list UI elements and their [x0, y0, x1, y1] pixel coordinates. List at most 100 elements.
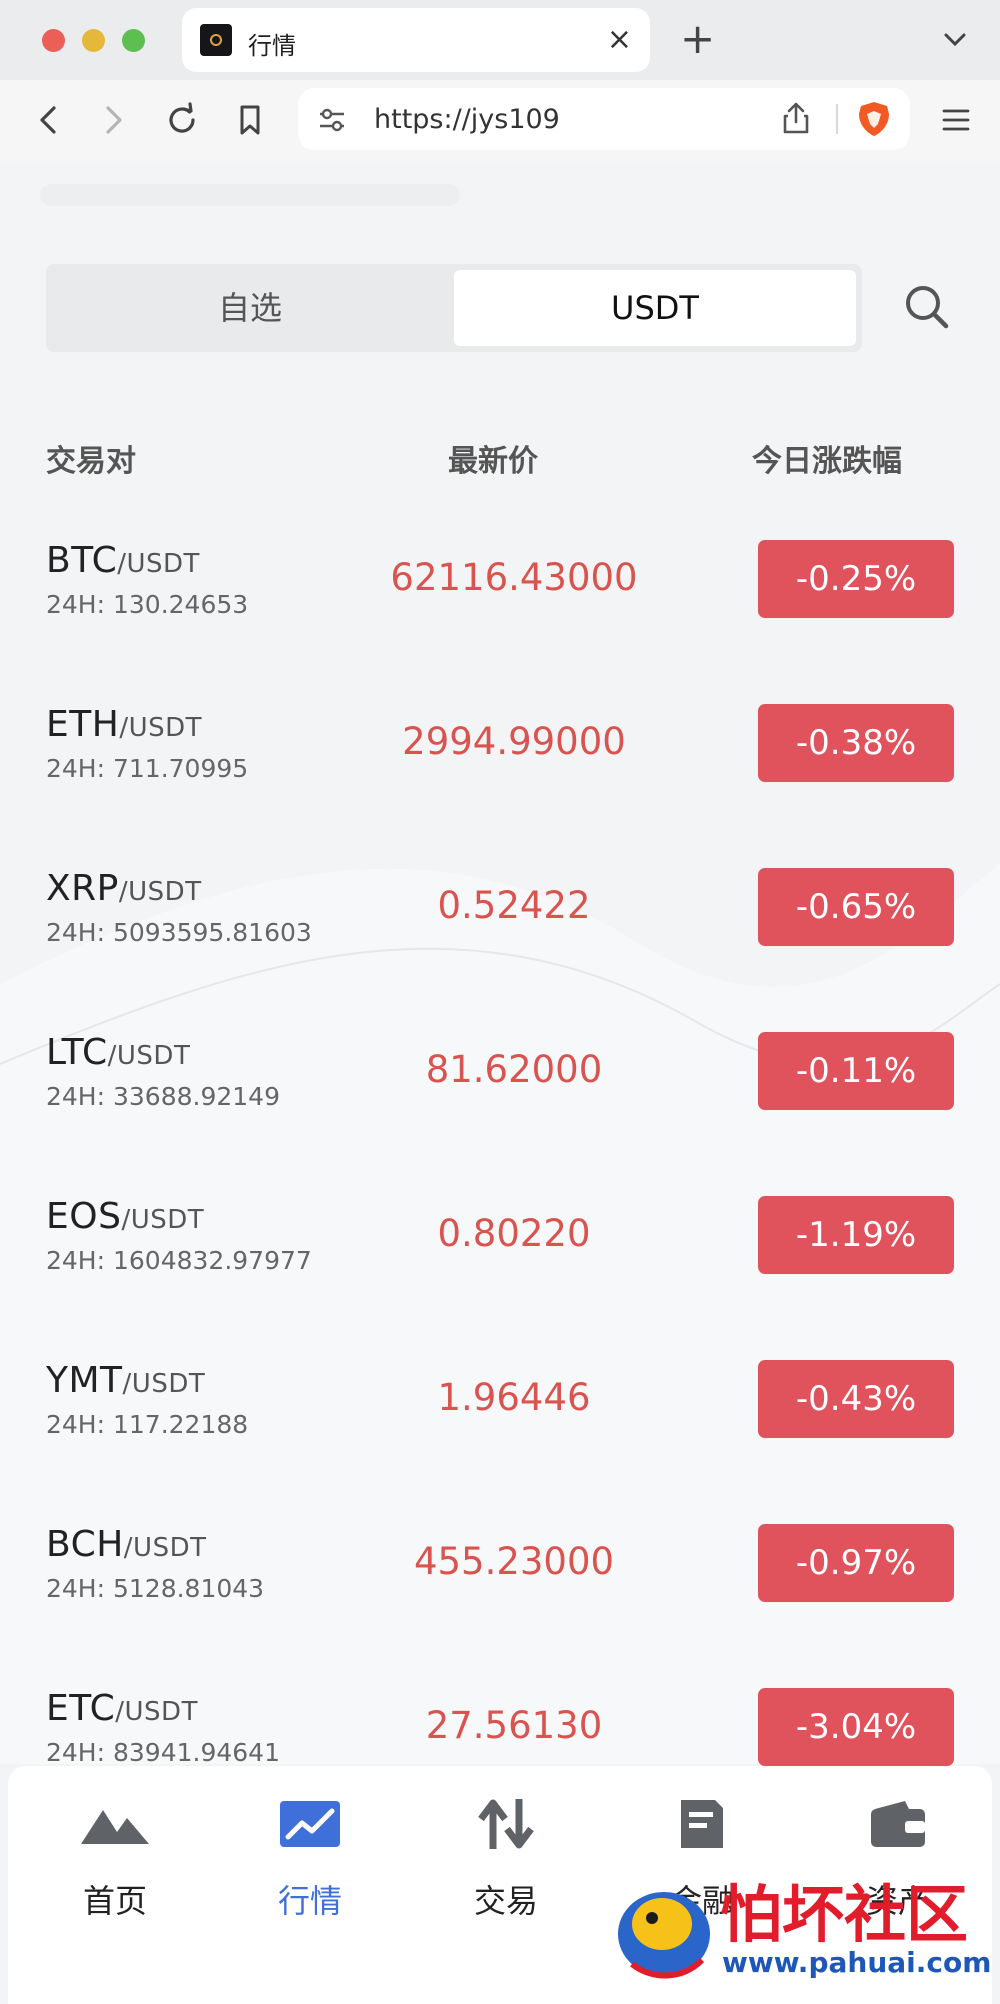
- url-separator: [836, 104, 838, 134]
- tab-usdt[interactable]: USDT: [454, 270, 856, 346]
- site-favicon-icon: [200, 24, 232, 56]
- market-segment-control: 自选 USDT: [46, 264, 862, 352]
- change-badge[interactable]: -0.11%: [758, 1032, 954, 1110]
- pair-symbol: ETH/USDT: [46, 704, 202, 745]
- back-icon[interactable]: [30, 100, 66, 140]
- tab-list-chevron-icon[interactable]: [940, 24, 970, 54]
- home-mountain-icon: [81, 1810, 149, 1844]
- address-bar[interactable]: https://jys109: [298, 88, 910, 150]
- column-header-price: 最新价: [448, 444, 538, 479]
- market-row[interactable]: LTC/USDT 24H: 33688.92149 81.62000 -0.11…: [0, 1016, 1000, 1180]
- forward-icon[interactable]: [96, 100, 132, 140]
- pair-base: BCH: [46, 1524, 124, 1565]
- pair-quote: /USDT: [121, 1205, 205, 1235]
- pair-volume: 24H: 117.22188: [46, 1410, 249, 1439]
- market-row[interactable]: XRP/USDT 24H: 5093595.81603 0.52422 -0.6…: [0, 852, 1000, 1016]
- watermark-url: www.pahuai.com: [722, 1946, 992, 1979]
- pair-base: XRP: [46, 868, 119, 909]
- pair-base: BTC: [46, 540, 118, 581]
- change-badge[interactable]: -0.97%: [758, 1524, 954, 1602]
- pair-quote: /USDT: [118, 877, 202, 907]
- pair-quote: /USDT: [119, 713, 203, 743]
- window-minimize-button[interactable]: [82, 29, 105, 52]
- pair-volume: 24H: 1604832.97977: [46, 1246, 312, 1275]
- menu-icon[interactable]: [940, 100, 972, 140]
- last-price: 0.52422: [437, 884, 591, 927]
- column-header-change: 今日涨跌幅: [752, 444, 902, 479]
- pair-base: YMT: [46, 1360, 123, 1401]
- pair-base: EOS: [46, 1196, 122, 1237]
- window-zoom-button[interactable]: [122, 29, 145, 52]
- nav-home-label: 首页: [82, 1882, 147, 1920]
- change-badge[interactable]: -0.25%: [758, 540, 954, 618]
- last-price: 1.96446: [437, 1376, 591, 1419]
- last-price: 62116.43000: [390, 556, 638, 599]
- header-placeholder: [40, 184, 460, 206]
- pair-quote: /USDT: [117, 549, 200, 579]
- tab-close-icon[interactable]: ×: [607, 22, 632, 58]
- nav-market-label: 行情: [277, 1882, 342, 1920]
- browser-tab-active[interactable]: 行情 ×: [182, 8, 650, 72]
- nav-market[interactable]: 行情: [230, 1792, 390, 1922]
- pair-quote: /USDT: [107, 1041, 191, 1071]
- brave-shield-icon[interactable]: [856, 100, 892, 138]
- nav-trade-label: 交易: [473, 1882, 538, 1920]
- last-price: 0.80220: [437, 1212, 591, 1255]
- pair-volume: 24H: 130.24653: [46, 590, 249, 619]
- change-badge[interactable]: -0.38%: [758, 704, 954, 782]
- tab-watchlist[interactable]: 自选: [46, 264, 454, 352]
- change-badge[interactable]: -0.43%: [758, 1360, 954, 1438]
- pair-volume: 24H: 5128.81043: [46, 1574, 265, 1603]
- pair-symbol: LTC/USDT: [46, 1032, 190, 1073]
- pair-base: ETH: [46, 704, 120, 745]
- trade-arrows-icon: [478, 1799, 534, 1849]
- pair-symbol: EOS/USDT: [46, 1196, 204, 1237]
- pair-symbol: XRP/USDT: [46, 868, 202, 909]
- market-row[interactable]: BCH/USDT 24H: 5128.81043 455.23000 -0.97…: [0, 1508, 1000, 1672]
- market-row[interactable]: YMT/USDT 24H: 117.22188 1.96446 -0.43%: [0, 1344, 1000, 1508]
- site-settings-icon[interactable]: [316, 104, 348, 136]
- pair-symbol: BCH/USDT: [46, 1524, 206, 1565]
- last-price: 455.23000: [413, 1540, 615, 1583]
- column-header-pair: 交易对: [46, 444, 136, 479]
- bookmark-icon[interactable]: [232, 100, 268, 140]
- pair-volume: 24H: 711.70995: [46, 754, 249, 783]
- pair-quote: /USDT: [115, 1697, 198, 1727]
- last-price: 27.56130: [425, 1704, 603, 1747]
- pair-symbol: YMT/USDT: [46, 1360, 205, 1401]
- market-page: 自选 USDT 交易对 最新价 今日涨跌幅 BTC/USDT 24H: 130.…: [0, 164, 1000, 2004]
- market-row[interactable]: ETH/USDT 24H: 711.70995 2994.99000 -0.38…: [0, 688, 1000, 852]
- market-row[interactable]: BTC/USDT 24H: 130.24653 62116.43000 -0.2…: [0, 524, 1000, 688]
- window-close-button[interactable]: [42, 29, 65, 52]
- market-chart-icon: [280, 1801, 340, 1847]
- reload-icon[interactable]: [162, 100, 202, 140]
- change-badge[interactable]: -1.19%: [758, 1196, 954, 1274]
- watermark: 怕坏社区 www.pahuai.com: [612, 1864, 1000, 2004]
- pair-symbol: BTC/USDT: [46, 540, 200, 581]
- browser-tab-bar: 行情 × +: [0, 0, 1000, 80]
- tab-title: 行情: [248, 32, 296, 60]
- watermark-title: 怕坏社区: [720, 1878, 969, 1951]
- last-price: 2994.99000: [402, 720, 626, 763]
- market-row[interactable]: EOS/USDT 24H: 1604832.97977 0.80220 -1.1…: [0, 1180, 1000, 1344]
- change-badge[interactable]: -0.65%: [758, 868, 954, 946]
- pair-base: LTC: [46, 1032, 108, 1073]
- url-text[interactable]: https://jys109: [374, 104, 560, 135]
- change-badge[interactable]: -3.04%: [758, 1688, 954, 1766]
- search-icon[interactable]: [902, 282, 952, 332]
- pair-volume: 24H: 5093595.81603: [46, 918, 312, 947]
- wallet-icon: [871, 1801, 925, 1847]
- last-price: 81.62000: [425, 1048, 603, 1091]
- finance-document-icon: [681, 1800, 723, 1848]
- pair-volume: 24H: 83941.94641: [46, 1738, 280, 1767]
- nav-home[interactable]: 首页: [35, 1792, 195, 1922]
- share-icon[interactable]: [780, 100, 812, 136]
- watermark-fish-logo-icon: [618, 1892, 710, 1979]
- pair-quote: /USDT: [123, 1533, 207, 1563]
- new-tab-button[interactable]: +: [680, 16, 715, 62]
- nav-trade[interactable]: 交易: [426, 1792, 586, 1922]
- browser-toolbar: https://jys109: [0, 80, 1000, 164]
- pair-base: ETC: [46, 1688, 116, 1729]
- pair-symbol: ETC/USDT: [46, 1688, 198, 1729]
- pair-volume: 24H: 33688.92149: [46, 1082, 280, 1111]
